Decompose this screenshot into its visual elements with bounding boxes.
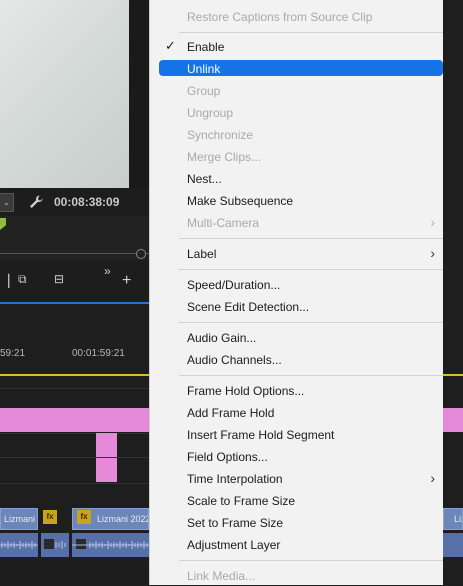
pink-clip[interactable] — [96, 433, 117, 457]
menu-item-group: Group — [187, 84, 221, 98]
clip-name: Lizmani 202 — [4, 514, 37, 524]
menu-separator — [179, 375, 443, 376]
ruler-time-label: 59:21 — [0, 348, 26, 359]
ruler-time-label: 00:01:59:21 — [72, 348, 125, 359]
menu-item-multi-camera: Multi-Camera › — [187, 214, 435, 230]
video-clip[interactable]: Liz — [443, 508, 463, 530]
adjustment-clip[interactable] — [0, 408, 149, 432]
menu-item-unlink[interactable]: Unlink — [159, 60, 443, 76]
submenu-arrow-icon: › — [430, 245, 435, 261]
wrench-icon[interactable] — [28, 194, 44, 210]
menu-item-link-media: Link Media... — [187, 569, 256, 583]
clip-context-menu: Restore Captions from Source Clip ✓ Enabl… — [149, 0, 443, 585]
menu-item-enable[interactable]: ✓ Enable — [159, 37, 443, 57]
menu-separator — [179, 238, 443, 239]
work-area-bar[interactable] — [0, 374, 149, 376]
timeline-bottom — [0, 562, 149, 585]
monitor-button-row: ▕ ⧉ ⊟ » + — [0, 260, 149, 300]
clip-name: Lizmani 2022 — [97, 514, 149, 524]
compare-view-icon[interactable]: ⊟ — [54, 272, 64, 286]
checkmark-icon: ✓ — [165, 38, 176, 53]
menu-item-scene-edit-detection[interactable]: Scene Edit Detection... — [159, 297, 443, 317]
fx-badge[interactable]: fx — [43, 510, 57, 524]
step-back-icon[interactable]: ▕ — [0, 274, 9, 288]
work-area-bar[interactable] — [443, 374, 463, 376]
clip-name: Liz — [454, 514, 462, 524]
zoom-scroll-track — [0, 253, 149, 254]
menu-item-synchronize: Synchronize — [187, 128, 254, 142]
menu-item-audio-channels[interactable]: Audio Channels... — [159, 350, 443, 370]
menu-item-time-interpolation[interactable]: Time Interpolation › — [159, 469, 443, 489]
menu-item-make-subsequence[interactable]: Make Subsequence — [159, 191, 443, 211]
menu-item-set-to-frame-size[interactable]: Set to Frame Size — [159, 513, 443, 533]
audio-waveform — [44, 539, 66, 549]
audio-clip[interactable] — [443, 533, 463, 557]
monitor-frame — [129, 0, 149, 188]
track-divider — [0, 457, 149, 458]
menu-item-label[interactable]: Label › — [159, 244, 443, 264]
pink-clip[interactable] — [96, 458, 117, 482]
menu-item-add-frame-hold[interactable]: Add Frame Hold — [159, 403, 443, 423]
menu-item-scale-to-frame-size[interactable]: Scale to Frame Size — [159, 491, 443, 511]
menu-item-speed-duration[interactable]: Speed/Duration... — [159, 275, 443, 295]
right-panel-edge — [443, 0, 463, 585]
menu-item-ungroup: Ungroup — [187, 106, 234, 120]
menu-separator — [179, 32, 443, 33]
menu-item-audio-gain[interactable]: Audio Gain... — [159, 328, 443, 348]
zoom-dropdown[interactable]: ⌄ — [0, 193, 14, 212]
menu-item-insert-frame-hold-segment[interactable]: Insert Frame Hold Segment — [159, 425, 443, 445]
audio-waveform — [0, 541, 38, 549]
add-button-icon[interactable]: + — [122, 272, 131, 290]
menu-item-merge-clips: Merge Clips... — [187, 150, 262, 164]
menu-item-restore-captions: Restore Captions from Source Clip — [187, 10, 373, 24]
adjustment-clip[interactable] — [443, 408, 463, 432]
audio-waveform — [72, 539, 149, 549]
more-controls-icon[interactable]: » — [104, 264, 111, 278]
track-divider — [0, 388, 149, 389]
track-divider — [0, 433, 149, 434]
menu-separator — [179, 269, 443, 270]
submenu-arrow-icon: › — [430, 470, 435, 486]
playhead-timecode[interactable]: 00:08:38:09 — [54, 195, 119, 209]
video-clip[interactable]: Lizmani 202 — [0, 508, 38, 530]
track-divider — [0, 483, 149, 484]
audio-clip[interactable] — [41, 533, 69, 557]
zoom-scroll-handle[interactable] — [136, 249, 146, 259]
menu-item-nest[interactable]: Nest... — [159, 169, 443, 189]
menu-item-frame-hold-options[interactable]: Frame Hold Options... — [159, 381, 443, 401]
audio-clip[interactable] — [72, 533, 149, 557]
menu-separator — [179, 322, 443, 323]
submenu-arrow-icon: › — [430, 214, 435, 230]
menu-item-adjustment-layer[interactable]: Adjustment Layer — [159, 535, 443, 555]
export-frame-icon[interactable]: ⧉ — [18, 272, 27, 287]
audio-clip[interactable] — [0, 533, 38, 557]
fx-badge[interactable]: fx — [77, 510, 91, 524]
panel-focus-border — [0, 302, 149, 304]
program-monitor-video — [0, 0, 129, 188]
menu-separator — [179, 560, 443, 561]
menu-item-field-options[interactable]: Field Options... — [159, 447, 443, 467]
